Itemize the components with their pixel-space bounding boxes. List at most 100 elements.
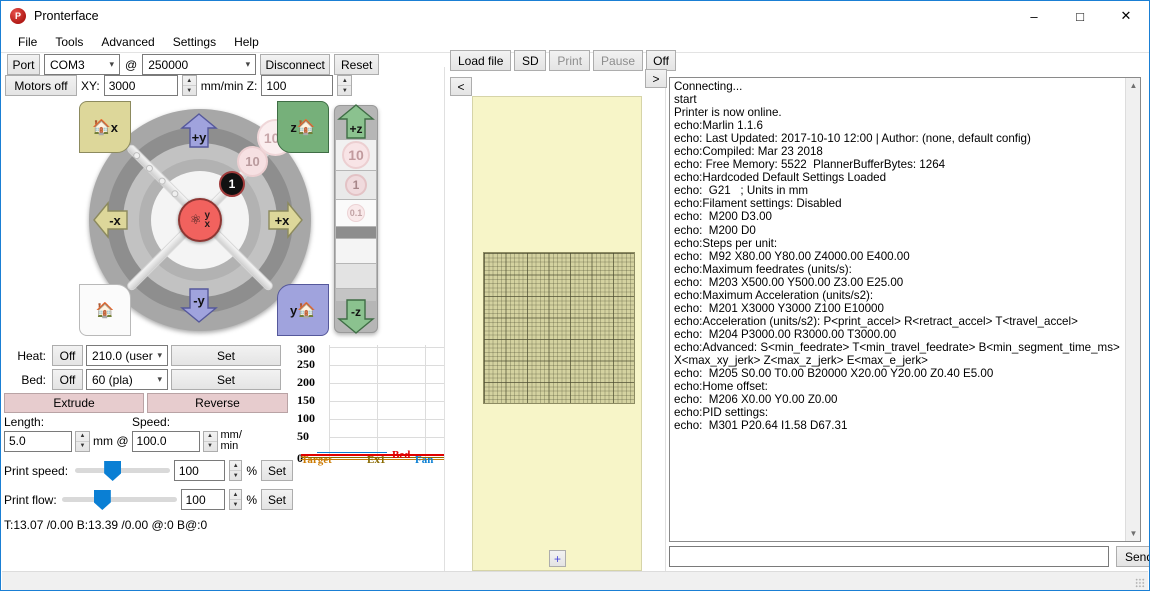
z-step-slot-5[interactable] <box>336 239 376 263</box>
baud-select[interactable]: 250000 ▾ <box>142 54 257 75</box>
home-z-button[interactable]: z 🏠 <box>277 101 329 153</box>
motors-off-button[interactable]: Motors off <box>5 75 77 96</box>
gcode-viewport[interactable] <box>472 96 642 571</box>
print-speed-set-button[interactable]: Set <box>261 460 293 481</box>
home-target-icon: ⚛ <box>189 212 202 227</box>
print-button[interactable]: Print <box>549 50 591 71</box>
scroll-up-icon[interactable]: ▲ <box>1126 78 1140 93</box>
bed-set-button[interactable]: Set <box>171 369 281 390</box>
send-button[interactable]: Send <box>1116 546 1149 567</box>
pause-button[interactable]: Pause <box>593 50 644 71</box>
sd-button[interactable]: SD <box>514 50 547 71</box>
print-flow-slider-thumb[interactable] <box>93 490 111 510</box>
bed-off-button[interactable]: Off <box>52 369 83 390</box>
heat-preset-select[interactable]: 210.0 (user ▾ <box>86 345 168 366</box>
build-plate-grid[interactable] <box>483 252 635 404</box>
gridline-v2 <box>425 345 426 463</box>
home-x-button[interactable]: 🏠 x <box>79 101 131 153</box>
print-flow-row: Print flow: 100 ▲ ▼ % Set <box>4 489 293 510</box>
prev-layer-button[interactable]: < <box>450 77 472 96</box>
home-all-button[interactable]: 🏠 <box>79 284 131 336</box>
menu-advanced[interactable]: Advanced <box>92 33 163 51</box>
disconnect-button[interactable]: Disconnect <box>260 54 331 75</box>
send-input[interactable] <box>669 546 1109 567</box>
print-flow-slider[interactable] <box>61 490 177 510</box>
jog-plus-x-button[interactable]: +x <box>267 201 303 242</box>
port-select[interactable]: COM3 ▾ <box>44 54 120 75</box>
z-feedrate-stepper[interactable]: ▲ ▼ <box>337 75 353 96</box>
print-flow-stepper[interactable]: ▲ ▼ <box>228 489 243 510</box>
print-flow-input[interactable]: 100 <box>180 489 225 510</box>
svg-text:-x: -x <box>109 213 121 228</box>
z-step-slot-4[interactable] <box>336 227 376 238</box>
heat-off-button[interactable]: Off <box>52 345 83 366</box>
jog-plus-z-button[interactable]: +z <box>337 104 375 143</box>
gridline-250 <box>329 365 445 366</box>
app-logo-icon: P <box>10 8 26 24</box>
legend-target: Target <box>301 454 332 466</box>
jog-step-1[interactable]: 1 <box>219 171 245 197</box>
length-speed-labels: Length: Speed: <box>4 415 293 429</box>
print-speed-input[interactable]: 100 <box>173 460 226 481</box>
xy-feedrate-input[interactable]: 3000 <box>103 75 178 96</box>
reverse-button[interactable]: Reverse <box>147 393 288 413</box>
legend-bed: Bed <box>392 449 411 461</box>
menu-settings[interactable]: Settings <box>164 33 225 51</box>
home-y-button[interactable]: y 🏠 <box>277 284 329 336</box>
at-label: @ <box>125 57 138 72</box>
jog-minus-x-button[interactable]: -x <box>93 201 129 242</box>
menu-file[interactable]: File <box>9 33 46 51</box>
z-step-0_1[interactable]: 0.1 <box>336 200 376 226</box>
print-speed-stepper[interactable]: ▲ ▼ <box>229 460 243 481</box>
print-flow-percent: % <box>246 492 257 507</box>
console-log[interactable]: Connecting... start Printer is now onlin… <box>669 77 1141 542</box>
resize-grip-icon[interactable] <box>1135 578 1145 588</box>
jog-minus-y-button[interactable]: -y <box>180 287 218 326</box>
z-step-1[interactable]: 1 <box>336 171 376 199</box>
jog-plus-y-button[interactable]: +y <box>180 113 218 152</box>
menu-help[interactable]: Help <box>225 33 268 51</box>
heat-set-button[interactable]: Set <box>171 345 281 366</box>
port-button[interactable]: Port <box>7 54 40 75</box>
extrude-speed-stepper[interactable]: ▲ ▼ <box>202 430 218 452</box>
jog-home-xy-button[interactable]: ⚛ y x <box>178 198 222 242</box>
z-jog-control[interactable]: +z 10 1 0.1 -z <box>334 104 378 334</box>
ytick-150: 150 <box>297 393 315 407</box>
chevron-down-icon: ▾ <box>109 59 114 69</box>
speed-units-label: mm/ min <box>220 429 242 452</box>
minimize-button[interactable]: – <box>1011 1 1057 31</box>
close-button[interactable]: ✕ <box>1103 1 1149 31</box>
xy-jog-control[interactable]: 0.1 1 10 100 ⚛ y x +y -y <box>79 101 329 336</box>
extrude-length-input[interactable]: 5.0 <box>4 430 72 452</box>
extrude-button[interactable]: Extrude <box>4 393 144 413</box>
print-toolbar: Load file SD Print Pause Off <box>447 46 677 71</box>
axis-y <box>329 345 330 463</box>
print-speed-slider[interactable] <box>75 461 170 481</box>
print-speed-slider-thumb[interactable] <box>104 461 122 481</box>
scroll-down-icon[interactable]: ▼ <box>1126 526 1140 541</box>
extrude-speed-input[interactable]: 100.0 <box>131 430 200 452</box>
console-scrollbar[interactable]: ▲ ▼ <box>1125 78 1140 541</box>
extrude-length-stepper[interactable]: ▲ ▼ <box>75 430 90 452</box>
print-flow-set-button[interactable]: Set <box>261 489 293 510</box>
xy-feedrate-stepper[interactable]: ▲ ▼ <box>181 75 197 96</box>
length-speed-row: 5.0 ▲ ▼ mm @ 100.0 ▲ ▼ mm/ min <box>4 430 293 452</box>
jog-minus-z-button[interactable]: -z <box>337 298 375 337</box>
mm-at-label: mm @ <box>93 434 129 448</box>
menu-tools[interactable]: Tools <box>46 33 92 51</box>
off-button[interactable]: Off <box>646 50 677 71</box>
z-step-0_1-label: 0.1 <box>347 204 365 222</box>
ytick-200: 200 <box>297 375 315 389</box>
z-step-slot-6[interactable] <box>336 264 376 288</box>
z-step-1-label: 1 <box>345 174 367 196</box>
load-file-button[interactable]: Load file <box>450 50 512 71</box>
home-icon: 🏠 <box>297 302 316 319</box>
next-layer-button[interactable]: > <box>645 69 667 88</box>
maximize-button[interactable]: □ <box>1057 1 1103 31</box>
z-feedrate-input[interactable]: 100 <box>261 75 334 96</box>
reset-button[interactable]: Reset <box>334 54 380 75</box>
z-step-10[interactable]: 10 <box>336 140 376 170</box>
panel-divider-left[interactable] <box>444 67 445 571</box>
bed-preset-select[interactable]: 60 (pla) ▾ <box>86 369 168 390</box>
add-layer-button[interactable]: + <box>549 550 566 567</box>
